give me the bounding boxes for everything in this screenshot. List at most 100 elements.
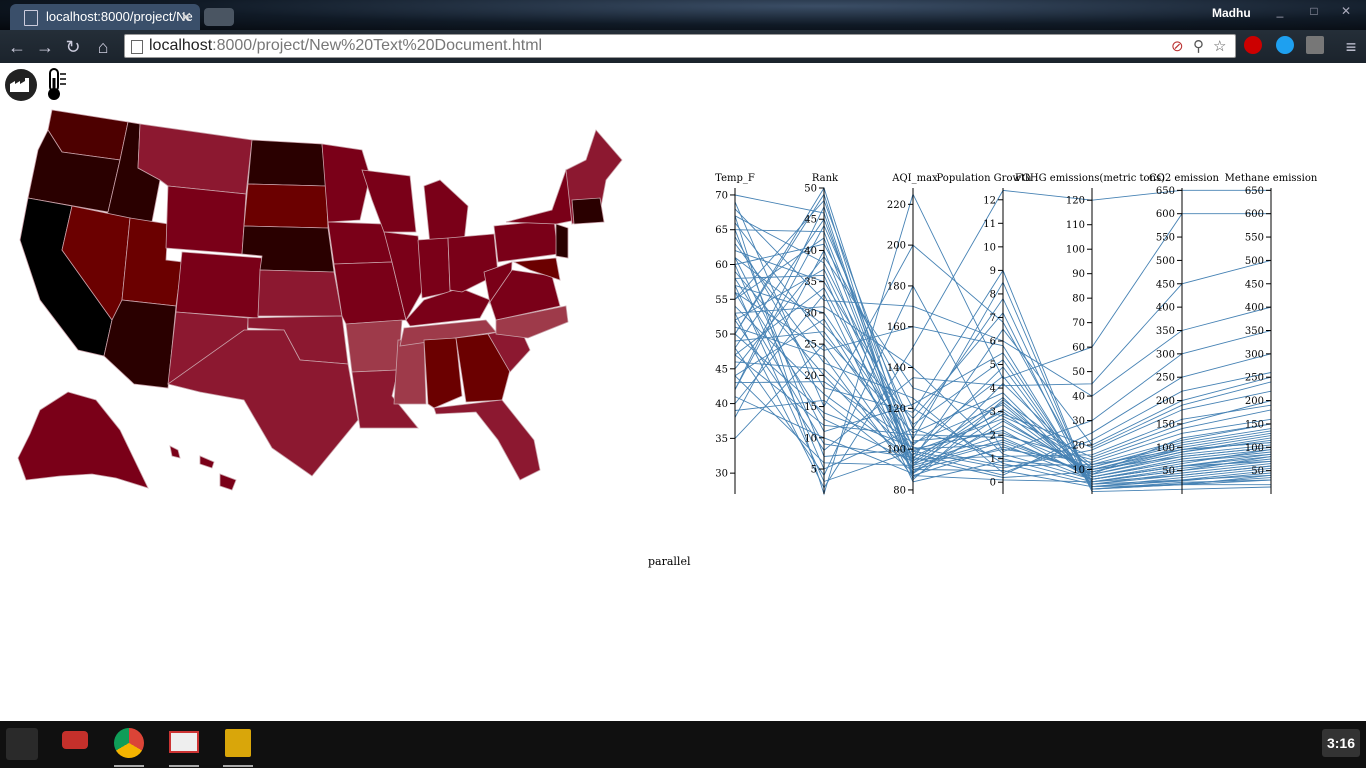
pc-tick-label: 450 [1156,279,1175,290]
pc-axis-title[interactable]: Methane emission [1225,173,1318,184]
thermometer-icon[interactable] [48,68,66,100]
url-text[interactable]: localhost:8000/project/New%20Text%20Docu… [149,37,542,55]
pc-tick-label: 12 [983,195,996,206]
state-ny [505,168,577,225]
gmail-icon[interactable] [169,731,199,753]
page-icon [131,40,143,54]
pc-tick-label: 2 [990,431,996,442]
us-choropleth-map [17,109,623,491]
pc-tick-label: 50 [804,184,817,195]
pc-axes-group: 303540455055606570Temp_F5101520253035404… [715,173,1318,496]
os-shelf: 3:16 [0,721,1366,768]
pc-tick-label: 9 [990,266,996,277]
chrome-icon[interactable] [114,728,144,758]
pc-tick-label: 80 [893,485,906,496]
pc-tick-label: 90 [1072,269,1085,280]
pc-tick-label: 550 [1245,233,1264,244]
pc-tick-label: 5 [990,360,996,371]
back-icon[interactable]: ← [6,36,28,58]
close-window-icon[interactable]: ✕ [1336,4,1356,20]
address-bar[interactable]: localhost:8000/project/New%20Text%20Docu… [124,34,1236,58]
close-icon[interactable]: ✕ [180,4,192,30]
pc-tick-label: 400 [1156,303,1175,314]
pc-axis-title[interactable]: Temp_F [715,173,755,184]
state-ms [393,339,427,405]
pc-tick-label: 30 [715,469,728,480]
pc-axis[interactable]: 50 100 150 200 250 300 350 400 450 500 550 600 650 Me… [1225,173,1318,494]
pc-tick-label: 30 [804,308,817,319]
profile-name[interactable]: Madhu [1212,6,1251,20]
youtube-icon[interactable] [62,731,88,749]
pc-tick-label: 8 [990,289,996,300]
forward-icon[interactable]: → [34,36,56,58]
pc-tick-label: 6 [990,337,996,348]
zoom-icon[interactable]: ⚲ [1193,37,1204,55]
pc-tick-label: 100 [1066,245,1085,256]
bookmark-star-icon[interactable]: ☆ [1213,37,1226,55]
pc-tick-label: 1 [990,454,996,465]
pc-tick-label: 400 [1245,303,1264,314]
pc-tick-label: 600 [1245,209,1264,220]
state-hi [169,445,237,491]
pc-tick-label: 35 [715,434,728,445]
pc-tick-label: 40 [804,246,817,257]
menu-icon[interactable]: ≡ [1340,36,1362,58]
pc-tick-label: 10 [1072,465,1085,476]
pc-axis-title[interactable]: FGHG emissions(metric tons) [1015,173,1165,184]
new-tab-button[interactable] [204,8,234,26]
state-nj [555,223,569,259]
pc-tick-label: 25 [804,340,817,351]
pc-tick-label: 50 [1162,466,1175,477]
tab-active[interactable]: localhost:8000/project/Ne ✕ [10,4,200,30]
pc-tick-label: 220 [887,200,906,211]
parallel-coordinates-chart: 303540455055606570Temp_F5101520253035404… [715,173,1318,496]
pc-tick-label: 200 [887,241,906,252]
pc-axis-title[interactable]: Rank [812,173,839,184]
state-ar [345,319,403,373]
tab-strip: localhost:8000/project/Ne ✕ Madhu _ □ ✕ [0,0,1366,30]
home-icon[interactable]: ⌂ [92,36,114,58]
pc-tick-label: 10 [804,433,817,444]
pc-tick-label: 450 [1245,279,1264,290]
pc-tick-label: 50 [715,330,728,341]
pc-tick-label: 70 [715,190,728,201]
skype-icon[interactable] [1276,36,1294,54]
pc-tick-label: 600 [1156,209,1175,220]
keep-icon[interactable] [225,729,251,757]
extension-icon[interactable] [1306,36,1324,54]
state-ks [257,269,343,317]
clock[interactable]: 3:16 [1322,729,1360,757]
factory-icon[interactable] [5,69,37,101]
reload-icon[interactable]: ↻ [62,36,84,58]
parallel-label: parallel [648,555,691,568]
minimize-icon[interactable]: _ [1270,4,1290,20]
pc-tick-label: 45 [804,215,817,226]
app-launcher-icon[interactable] [6,728,38,760]
pc-tick-label: 60 [715,260,728,271]
running-indicator [223,765,253,767]
pc-tick-label: 550 [1156,233,1175,244]
pc-tick-label: 7 [990,313,996,324]
pc-tick-label: 45 [715,364,728,375]
pc-tick-label: 70 [1072,318,1085,329]
pc-tick-label: 140 [887,363,906,374]
pc-axis-title[interactable]: CO2 emission [1149,173,1219,184]
pc-tick-label: 250 [1245,373,1264,384]
pc-tick-label: 650 [1245,186,1264,197]
running-indicator [114,765,144,767]
pc-axis[interactable]: 50 100 150 200 250 300 350 400 450 500 550 600 650 CO… [1149,173,1220,494]
state-ak [17,391,149,489]
pc-axis-title[interactable]: AQI_max [891,173,938,184]
pc-tick-label: 120 [1066,196,1085,207]
maximize-icon[interactable]: □ [1304,4,1324,20]
pc-tick-label: 150 [1156,419,1175,430]
blocked-cookie-icon[interactable]: ⊘ [1171,37,1184,55]
state-pa [493,219,559,263]
state-co [175,251,263,319]
pc-axis[interactable]: 30 35 40 45 50 55 60 65 70 Temp_F [715,173,755,494]
state-mi [423,179,469,245]
pc-tick-label: 110 [1066,220,1085,231]
adblock-icon[interactable] [1244,36,1262,54]
page-icon [24,10,38,26]
page-canvas: 303540455055606570Temp_F5101520253035404… [5,68,1318,496]
